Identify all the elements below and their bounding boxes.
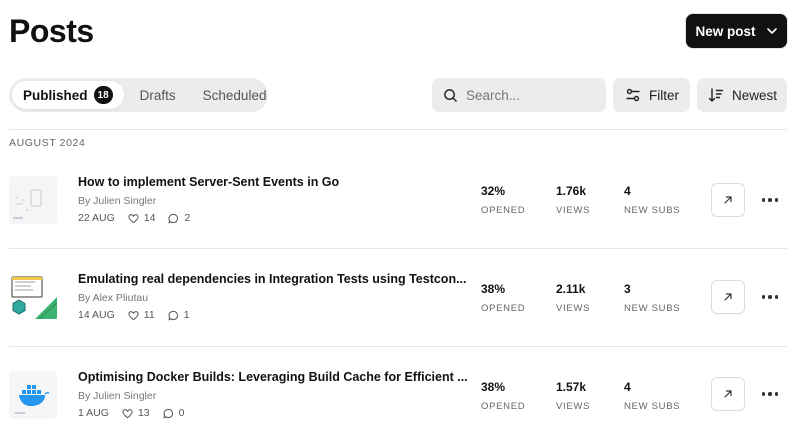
- views-stat: 1.76k VIEWS: [556, 184, 590, 216]
- opened-label: OPENED: [481, 303, 526, 314]
- post-likes: 13: [137, 407, 150, 419]
- search-box: [432, 78, 606, 112]
- external-link-icon: [724, 390, 732, 398]
- views-label: VIEWS: [556, 205, 591, 216]
- external-link-icon: [724, 293, 732, 301]
- page-title: Posts: [9, 13, 94, 49]
- opened-value: 32%: [481, 184, 506, 198]
- views-value: 1.76k: [556, 184, 587, 198]
- post-comments: 0: [178, 407, 185, 419]
- post-author: By Julien Singler: [78, 390, 157, 402]
- post-comments: 2: [184, 212, 191, 224]
- sort-label: Newest: [732, 87, 778, 103]
- more-dot-icon: [761, 295, 766, 299]
- sort-icon: [708, 88, 724, 102]
- comment-icon: [162, 408, 173, 419]
- heart-icon: [128, 213, 139, 223]
- search-input[interactable]: [466, 87, 586, 103]
- new-subs-value: 3: [624, 282, 631, 296]
- post-row: How to implement Server-Sent Events in G…: [0, 150, 800, 247]
- opened-value: 38%: [481, 380, 506, 394]
- views-label: VIEWS: [556, 401, 591, 412]
- new-subs-value: 4: [624, 380, 631, 394]
- new-post-button[interactable]: New post: [686, 14, 787, 48]
- post-date: 22 AUG: [78, 212, 115, 224]
- post-likes: 11: [143, 309, 155, 321]
- more-dot-icon: [774, 198, 779, 202]
- tab-drafts[interactable]: Drafts: [140, 81, 176, 109]
- more-options-button[interactable]: [760, 291, 780, 303]
- post-title[interactable]: How to implement Server-Sent Events in G…: [78, 175, 339, 189]
- more-dot-icon: [768, 198, 772, 202]
- post-row: Emulating real dependencies in Integrati…: [0, 248, 800, 345]
- new-subs-value: 4: [624, 184, 631, 198]
- opened-stat: 32% OPENED: [481, 184, 525, 216]
- more-dot-icon: [768, 295, 772, 299]
- sliders-icon: [626, 88, 640, 102]
- status-tabs: Published 18 Drafts Scheduled: [9, 78, 268, 112]
- comment-icon: [168, 213, 179, 224]
- post-meta: 1 AUG 13 0: [78, 407, 184, 419]
- post-thumbnail: [9, 273, 57, 321]
- chevron-down-icon: [766, 28, 777, 34]
- post-thumbnail: [9, 371, 57, 419]
- new-subs-stat: 4 NEW SUBS: [624, 184, 680, 216]
- more-dot-icon: [774, 295, 779, 299]
- new-subs-label: NEW SUBS: [624, 303, 681, 314]
- new-subs-label: NEW SUBS: [624, 205, 681, 216]
- filter-label: Filter: [649, 87, 679, 103]
- new-subs-stat: 3 NEW SUBS: [624, 282, 680, 314]
- opened-value: 38%: [481, 282, 506, 296]
- header-divider: [9, 129, 787, 130]
- filter-button[interactable]: Filter: [613, 78, 690, 112]
- new-subs-stat: 4 NEW SUBS: [624, 380, 680, 412]
- opened-stat: 38% OPENED: [481, 380, 525, 412]
- views-stat: 2.11k VIEWS: [556, 282, 590, 314]
- tab-scheduled[interactable]: Scheduled: [203, 81, 267, 109]
- search-icon: [444, 88, 457, 102]
- more-dot-icon: [761, 392, 766, 396]
- post-author: By Julien Singler: [78, 195, 157, 207]
- comment-icon: [167, 310, 178, 321]
- open-post-button[interactable]: [711, 377, 745, 411]
- more-options-button[interactable]: [760, 388, 780, 400]
- post-date: 1 AUG: [78, 407, 109, 419]
- views-value: 2.11k: [556, 282, 586, 296]
- more-dot-icon: [768, 392, 772, 396]
- post-comments: 1: [183, 309, 190, 321]
- sort-button[interactable]: Newest: [697, 78, 787, 112]
- post-meta: 22 AUG 14 2: [78, 212, 190, 224]
- post-likes: 14: [143, 212, 156, 224]
- new-subs-label: NEW SUBS: [624, 401, 681, 412]
- new-post-label: New post: [695, 23, 756, 39]
- tab-published[interactable]: Published 18: [12, 81, 124, 109]
- more-dot-icon: [774, 392, 779, 396]
- published-count-badge: 18: [93, 86, 113, 104]
- more-dot-icon: [761, 198, 766, 202]
- month-group-label: AUGUST 2024: [9, 137, 86, 149]
- post-meta: 14 AUG 11 1: [78, 309, 190, 321]
- post-author: By Alex Pliutau: [78, 292, 149, 304]
- tab-published-label: Published: [23, 87, 88, 103]
- post-thumbnail: [9, 176, 57, 224]
- post-title[interactable]: Optimising Docker Builds: Leveraging Bui…: [78, 370, 468, 384]
- heart-icon: [128, 310, 139, 320]
- opened-stat: 38% OPENED: [481, 282, 525, 314]
- heart-icon: [122, 408, 133, 418]
- post-title[interactable]: Emulating real dependencies in Integrati…: [78, 272, 467, 286]
- views-value: 1.57k: [556, 380, 587, 394]
- open-post-button[interactable]: [711, 280, 745, 314]
- post-date: 14 AUG: [78, 309, 115, 321]
- views-stat: 1.57k VIEWS: [556, 380, 590, 412]
- opened-label: OPENED: [481, 205, 526, 216]
- views-label: VIEWS: [556, 303, 591, 314]
- external-link-icon: [724, 196, 732, 204]
- post-row: Optimising Docker Builds: Leveraging Bui…: [0, 346, 800, 439]
- more-options-button[interactable]: [760, 194, 780, 206]
- open-post-button[interactable]: [711, 183, 745, 217]
- opened-label: OPENED: [481, 401, 526, 412]
